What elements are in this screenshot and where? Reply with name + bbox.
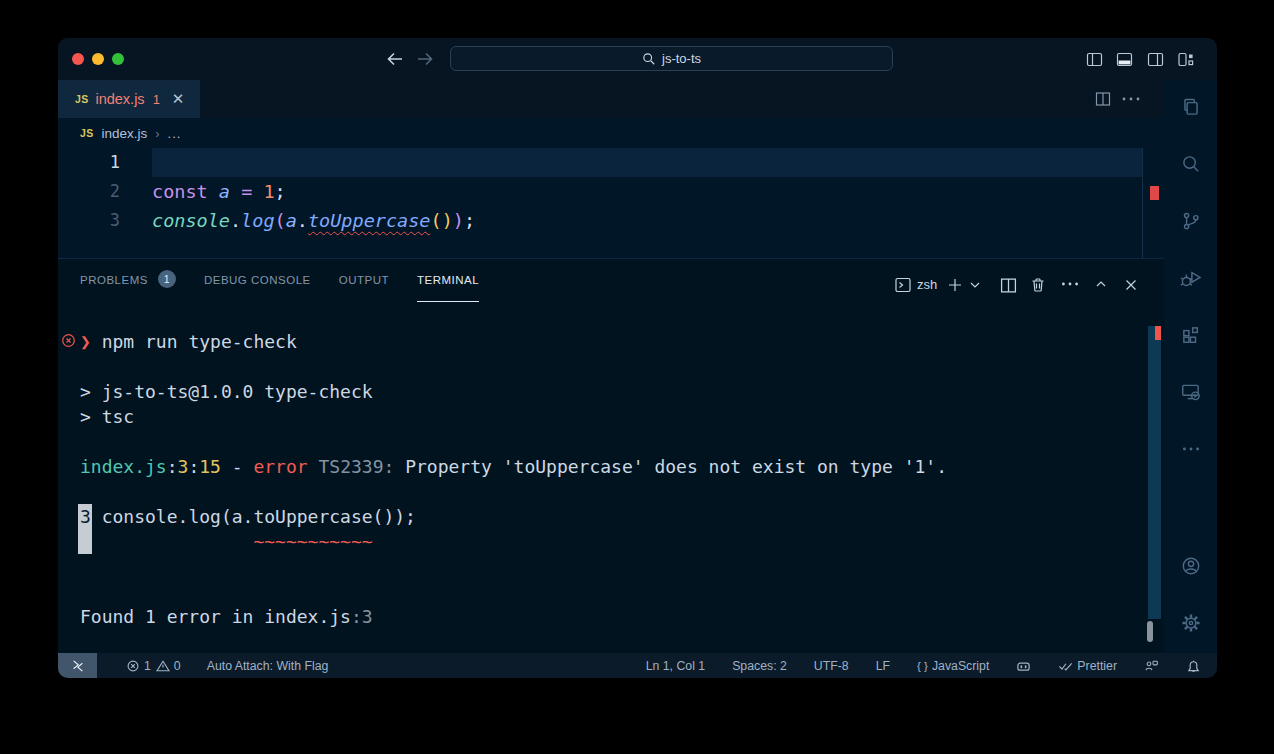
breadcrumb-symbol[interactable]: ... (168, 126, 182, 141)
line-number: 3 (58, 206, 120, 235)
status-formatter[interactable]: Prettier (1058, 658, 1117, 673)
search-value: js-to-ts (662, 51, 701, 66)
editor-line[interactable]: 1 (58, 148, 1164, 177)
terminal-line (80, 354, 947, 379)
breadcrumb[interactable]: JS index.js › ... (58, 118, 1164, 148)
breadcrumb-file[interactable]: index.js (101, 126, 147, 141)
status-eol[interactable]: LF (876, 659, 890, 673)
terminal-output[interactable]: ❯ npm run type-check > js-to-ts@1.0.0 typ… (80, 329, 947, 629)
editor-tab-bar: JS index.js 1 ✕ (58, 80, 1217, 118)
zoom-window-button[interactable] (112, 53, 124, 65)
activity-account[interactable] (1180, 555, 1202, 577)
close-panel-icon[interactable] (1122, 276, 1140, 294)
terminal-actions: zsh (894, 263, 937, 306)
status-copilot[interactable] (1016, 658, 1031, 673)
panel-tab-output[interactable]: OUTPUT (339, 259, 389, 302)
editor-line[interactable]: 2 const a = 1; (58, 177, 1164, 206)
minimize-window-button[interactable] (92, 53, 104, 65)
activity-run-debug[interactable] (1180, 267, 1202, 289)
shell-label[interactable]: zsh (917, 277, 937, 292)
code-text: const a = 1; (152, 177, 286, 206)
terminal-line (80, 554, 947, 579)
tab-index-js[interactable]: JS index.js 1 ✕ (58, 80, 200, 118)
terminal-line (80, 429, 947, 454)
status-indentation[interactable]: Spaces: 2 (732, 659, 787, 673)
activity-more-views[interactable] (1180, 438, 1202, 460)
terminal-line: > tsc (80, 404, 947, 429)
chevron-right-icon: › (155, 126, 159, 141)
terminal-line: > js-to-ts@1.0.0 type-check (80, 379, 947, 404)
tab-close-icon[interactable]: ✕ (172, 90, 185, 108)
current-line-highlight (152, 148, 1142, 177)
toggle-secondary-sidebar-icon[interactable] (1147, 51, 1164, 68)
code-text: console.log(a.toUppercase()); (152, 206, 475, 235)
back-arrow-icon[interactable] (384, 48, 406, 70)
forward-arrow-icon[interactable] (414, 48, 436, 70)
status-feedback[interactable] (1144, 658, 1159, 673)
maximize-panel-icon[interactable] (1094, 279, 1108, 289)
command-center-search[interactable]: js-to-ts (450, 46, 893, 71)
status-language-mode[interactable]: { }JavaScript (917, 659, 989, 673)
activity-extensions[interactable] (1180, 324, 1202, 346)
title-bar: js-to-ts (58, 38, 1217, 80)
bottom-panel: PROBLEMS1 DEBUG CONSOLE OUTPUT TERMINAL zsh… (58, 258, 1164, 653)
activity-source-control[interactable] (1180, 210, 1202, 232)
js-file-icon: JS (80, 127, 93, 139)
activity-bar (1164, 80, 1217, 653)
customize-layout-icon[interactable] (1177, 51, 1194, 68)
overview-ruler-error-mark (1150, 186, 1159, 200)
activity-remote-explorer[interactable] (1180, 381, 1202, 403)
status-problems-warnings[interactable]: 0 (156, 659, 181, 673)
terminal-line (80, 479, 947, 504)
toggle-primary-sidebar-icon[interactable] (1086, 51, 1103, 68)
activity-explorer[interactable] (1180, 96, 1202, 118)
status-notifications[interactable] (1186, 658, 1201, 673)
new-terminal-icon[interactable] (946, 276, 964, 294)
status-bar: 10 Auto Attach: With Flag Ln 1, Col 1 Spac… (58, 653, 1217, 678)
panel-tab-terminal[interactable]: TERMINAL (417, 259, 479, 302)
tab-problem-count: 1 (153, 92, 160, 107)
tab-label: index.js (95, 91, 144, 107)
line-number: 1 (58, 148, 120, 177)
close-window-button[interactable] (72, 53, 84, 65)
split-editor-icon[interactable] (1095, 91, 1111, 107)
vscode-window: js-to-ts JS index.js 1 ✕ JS ind (58, 38, 1217, 678)
editor-more-actions-icon[interactable] (1121, 95, 1141, 103)
terminal-line: ~~~~~~~~~~~ (80, 529, 947, 554)
activity-search[interactable] (1180, 153, 1202, 175)
panel-more-actions-icon[interactable] (1060, 280, 1080, 288)
editor-line[interactable]: 3 console.log(a.toUppercase()); (58, 206, 1164, 235)
status-cursor-position[interactable]: Ln 1, Col 1 (646, 659, 705, 673)
js-file-icon: JS (75, 93, 88, 105)
status-problems-errors[interactable]: 1 (126, 659, 151, 673)
kill-terminal-icon[interactable] (1029, 276, 1047, 294)
remote-indicator[interactable] (58, 653, 97, 678)
search-icon (642, 52, 656, 66)
status-auto-attach[interactable]: Auto Attach: With Flag (207, 659, 329, 673)
panel-tab-problems[interactable]: PROBLEMS1 (80, 259, 176, 302)
terminal-line: Found 1 error in index.js:3 (80, 604, 947, 629)
panel-tab-debug-console[interactable]: DEBUG CONSOLE (204, 259, 311, 302)
terminal-scrollbar-error-mark (1155, 326, 1161, 340)
line-number: 2 (58, 177, 120, 206)
terminal-line (80, 579, 947, 604)
editor-ruler (1142, 148, 1143, 258)
status-encoding[interactable]: UTF-8 (814, 659, 849, 673)
terminal-scroll-handle[interactable] (1147, 621, 1153, 642)
split-terminal-icon[interactable] (1000, 277, 1017, 294)
terminal-scrollbar[interactable] (1148, 326, 1161, 619)
code-editor[interactable]: 12 const a = 1; 3 console.log(a.toUppercase… (58, 148, 1164, 258)
terminal-dropdown-icon[interactable] (968, 280, 982, 290)
command-failed-icon (61, 333, 76, 348)
activity-settings[interactable] (1180, 612, 1202, 634)
terminal-line: ❯ npm run type-check (80, 329, 947, 354)
terminal-icon (894, 276, 912, 294)
toggle-panel-icon[interactable] (1116, 51, 1133, 68)
terminal-line: index.js:3:15 - error TS2339: Property '… (80, 454, 947, 479)
problems-count-badge: 1 (158, 270, 176, 288)
terminal-line: 3 console.log(a.toUppercase()); (80, 504, 947, 529)
